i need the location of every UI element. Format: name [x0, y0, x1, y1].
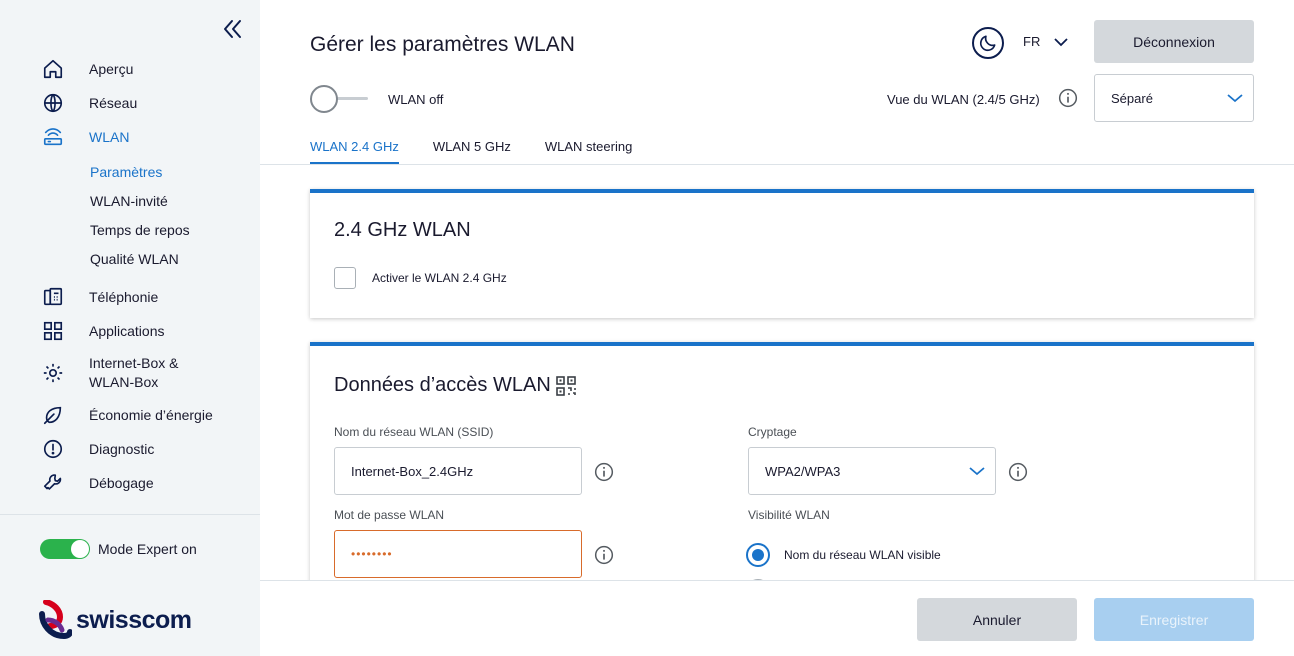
card-title: 2.4 GHz WLAN — [334, 219, 471, 241]
sidebar-divider — [0, 514, 260, 515]
expert-mode-toggle[interactable] — [40, 539, 90, 559]
tab-bar: WLAN 2.4 GHz WLAN 5 GHz WLAN steering — [310, 132, 666, 164]
chevron-down-icon — [969, 467, 985, 476]
sidebar-item-label: Économie d’énergie — [89, 407, 213, 423]
leaf-icon — [40, 402, 66, 428]
chevron-down-icon — [1054, 37, 1068, 46]
sidebar-subitem-temps-de-repos[interactable]: Temps de repos — [0, 215, 260, 244]
info-icon — [594, 545, 614, 565]
wrench-icon — [40, 470, 66, 496]
sidebar-item-label: Débogage — [89, 475, 154, 491]
info-icon — [594, 462, 614, 482]
sidebar-subitem-qualite-wlan[interactable]: Qualité WLAN — [0, 244, 260, 273]
sidebar-item-label: WLAN — [89, 129, 130, 145]
activate-wlan-24-label: Activer le WLAN 2.4 GHz — [372, 271, 507, 285]
visibility-option-visible[interactable]: Nom du réseau WLAN visible — [746, 543, 941, 567]
wlan-view-value: Séparé — [1111, 90, 1153, 106]
password-label: Mot de passe WLAN — [334, 508, 445, 522]
swisscom-logo: swisscom — [38, 600, 192, 640]
sidebar-item-label: Réseau — [89, 95, 138, 111]
sidebar-item-wlan[interactable]: WLAN — [0, 120, 260, 154]
card-title: Données d’accès WLAN — [334, 374, 551, 396]
encryption-value: WPA2/WPA3 — [765, 463, 841, 479]
language-value: FR — [1023, 34, 1041, 49]
ssid-info[interactable] — [594, 462, 614, 487]
encryption-select[interactable]: WPA2/WPA3 — [748, 447, 996, 495]
encryption-label: Cryptage — [748, 425, 797, 439]
gear-icon — [40, 360, 66, 386]
sidebar-item-reseau[interactable]: Réseau — [0, 86, 260, 120]
sidebar-item-diagnostic[interactable]: Diagnostic — [0, 432, 260, 466]
password-input[interactable]: •••••••• — [334, 530, 582, 578]
wlan-access-card: Données d’accès WLAN Nom du réseau WLAN … — [310, 342, 1254, 603]
logo-text: swisscom — [76, 605, 192, 634]
encryption-info[interactable] — [1008, 462, 1028, 487]
tabs-divider — [260, 164, 1294, 165]
password-value: •••••••• — [351, 547, 393, 561]
phone-icon — [40, 284, 66, 310]
sidebar-item-label: Aperçu — [89, 61, 134, 77]
sidebar-item-label: Internet-Box & WLAN-Box — [89, 355, 179, 390]
moon-icon — [979, 35, 996, 52]
sidebar-item-label: Applications — [89, 323, 165, 339]
cancel-button[interactable]: Annuler — [917, 598, 1077, 641]
ssid-input[interactable]: Internet-Box_2.4GHz — [334, 447, 582, 495]
sidebar-item-debogage[interactable]: Débogage — [0, 466, 260, 500]
activate-wlan-24-row[interactable]: Activer le WLAN 2.4 GHz — [334, 267, 507, 289]
qr-code-icon[interactable] — [556, 376, 576, 401]
radio-selected[interactable] — [746, 543, 770, 567]
sidebar-item-applications[interactable]: Applications — [0, 314, 260, 348]
wlan-24-card: 2.4 GHz WLAN Activer le WLAN 2.4 GHz — [310, 189, 1254, 318]
wlan-view-select[interactable]: Séparé — [1094, 74, 1254, 122]
password-info[interactable] — [594, 545, 614, 570]
language-select[interactable]: FR — [1023, 34, 1068, 49]
sidebar-item-internet-box[interactable]: Internet-Box & WLAN-Box — [0, 348, 260, 398]
alert-circle-icon — [40, 436, 66, 462]
collapse-sidebar-icon[interactable] — [220, 17, 244, 41]
sidebar-item-telephonie[interactable]: Téléphonie — [0, 280, 260, 314]
apps-grid-icon — [40, 318, 66, 344]
wlan-toggle[interactable] — [310, 85, 368, 113]
info-icon — [1008, 462, 1028, 482]
wlan-master-switch: WLAN off — [310, 85, 443, 113]
globe-icon — [40, 90, 66, 116]
tab-wlan-24ghz[interactable]: WLAN 2.4 GHz — [310, 132, 399, 164]
sidebar-item-economie-energie[interactable]: Économie d’énergie — [0, 398, 260, 432]
sidebar-nav: Aperçu Réseau WLAN Paramètres WLAN-invit… — [0, 52, 260, 500]
swisscom-logo-mark — [39, 600, 72, 640]
sidebar-item-label: Téléphonie — [89, 289, 159, 305]
sidebar-subitem-wlan-invite[interactable]: WLAN-invité — [0, 186, 260, 215]
expert-mode-label: Mode Expert on — [98, 541, 197, 557]
tab-wlan-5ghz[interactable]: WLAN 5 GHz — [433, 132, 511, 164]
visibility-option-label: Nom du réseau WLAN visible — [784, 548, 941, 562]
info-icon — [1058, 88, 1078, 108]
wlan-view-label: Vue du WLAN (2.4/5 GHz) — [887, 92, 1040, 107]
page-title: Gérer les paramètres WLAN — [310, 33, 575, 56]
sidebar-item-apercu[interactable]: Aperçu — [0, 52, 260, 86]
sidebar-subitem-parametres[interactable]: Paramètres — [0, 157, 260, 186]
sidebar-item-label: Diagnostic — [89, 441, 155, 457]
dark-mode-button[interactable] — [972, 27, 1004, 59]
wlan-toggle-label: WLAN off — [388, 91, 444, 107]
router-icon — [40, 124, 66, 150]
save-button[interactable]: Enregistrer — [1094, 598, 1254, 641]
ssid-value: Internet-Box_2.4GHz — [351, 463, 474, 479]
ssid-label: Nom du réseau WLAN (SSID) — [334, 425, 494, 439]
home-icon — [40, 56, 66, 82]
sidebar: Aperçu Réseau WLAN Paramètres WLAN-invit… — [0, 0, 260, 656]
action-footer: Annuler Enregistrer — [260, 580, 1294, 656]
logout-button[interactable]: Déconnexion — [1094, 20, 1254, 63]
chevron-down-icon — [1227, 94, 1243, 103]
expert-mode: Mode Expert on — [40, 539, 197, 559]
visibility-label: Visibilité WLAN — [748, 508, 830, 522]
wlan-view-info[interactable] — [1058, 88, 1078, 113]
activate-wlan-24-checkbox[interactable] — [334, 267, 356, 289]
tab-wlan-steering[interactable]: WLAN steering — [545, 132, 632, 164]
